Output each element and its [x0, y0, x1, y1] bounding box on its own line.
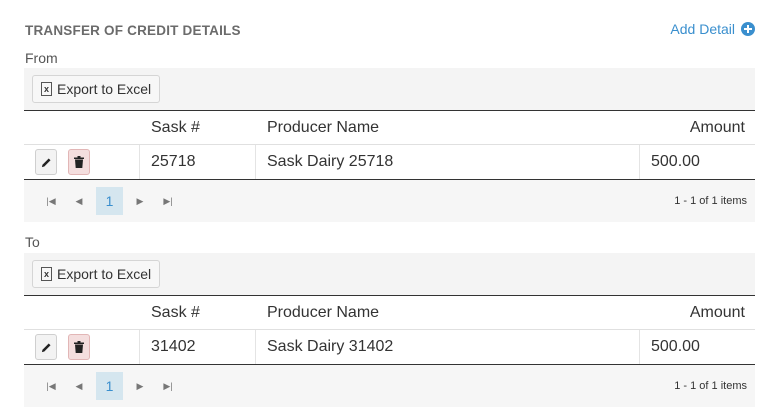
table-header: Sask # Producer Name Amount [24, 295, 755, 330]
last-page-button[interactable]: ▶| [157, 187, 179, 215]
next-page-button[interactable]: ▶ [129, 372, 151, 400]
trash-icon [74, 341, 84, 353]
first-page-button[interactable]: |◀ [40, 372, 62, 400]
edit-button[interactable] [35, 334, 57, 360]
last-page-button[interactable]: ▶| [157, 372, 179, 400]
row-actions [24, 145, 140, 179]
amount-column-header[interactable]: Amount [640, 111, 755, 144]
next-page-icon: ▶ [136, 195, 144, 206]
pencil-icon [41, 342, 51, 352]
export-label: Export to Excel [57, 266, 152, 282]
pager-info: 1 - 1 of 1 items [674, 195, 747, 207]
producer-column-header[interactable]: Producer Name [256, 296, 640, 329]
from-label: From [25, 50, 58, 66]
plus-circle-icon [741, 22, 755, 36]
current-page[interactable]: 1 [96, 372, 123, 400]
to-grid: x Export to Excel Sask # Producer Name A… [24, 253, 755, 407]
row-actions [24, 330, 140, 364]
amount-cell: 500.00 [651, 153, 700, 170]
edit-button[interactable] [35, 149, 57, 175]
delete-button[interactable] [68, 334, 90, 360]
to-label: To [25, 234, 40, 250]
next-page-button[interactable]: ▶ [129, 187, 151, 215]
first-page-button[interactable]: |◀ [40, 187, 62, 215]
prev-page-icon: ◀ [75, 380, 83, 391]
export-to-excel-button[interactable]: x Export to Excel [32, 75, 161, 103]
producer-column-header[interactable]: Producer Name [256, 111, 640, 144]
delete-button[interactable] [68, 149, 90, 175]
sask-cell: 25718 [140, 145, 256, 179]
actions-column-header [24, 111, 140, 144]
table-header: Sask # Producer Name Amount [24, 110, 755, 145]
excel-icon: x [41, 267, 52, 281]
prev-page-icon: ◀ [75, 195, 83, 206]
amount-column-header[interactable]: Amount [640, 296, 755, 329]
page-title: TRANSFER OF CREDIT DETAILS [25, 23, 241, 38]
prev-page-button[interactable]: ◀ [68, 187, 90, 215]
sask-column-header[interactable]: Sask # [140, 111, 256, 144]
table-row: 25718 Sask Dairy 25718 500.00 [24, 145, 755, 180]
pencil-icon [41, 157, 51, 167]
table-row: 31402 Sask Dairy 31402 500.00 [24, 330, 755, 365]
actions-column-header [24, 296, 140, 329]
export-to-excel-button[interactable]: x Export to Excel [32, 260, 161, 288]
add-detail-label: Add Detail [670, 21, 735, 37]
prev-page-button[interactable]: ◀ [68, 372, 90, 400]
export-label: Export to Excel [57, 81, 152, 97]
amount-cell: 500.00 [651, 338, 700, 355]
last-page-icon: ▶| [163, 195, 173, 206]
first-page-icon: |◀ [46, 380, 56, 391]
sask-cell: 31402 [140, 330, 256, 364]
producer-cell: Sask Dairy 31402 [256, 330, 640, 364]
add-detail-link[interactable]: Add Detail [670, 21, 755, 37]
last-page-icon: ▶| [163, 380, 173, 391]
grid-toolbar: x Export to Excel [24, 253, 755, 295]
from-grid: x Export to Excel Sask # Producer Name A… [24, 68, 755, 222]
pager: |◀ ◀ 1 ▶ ▶| 1 - 1 of 1 items [24, 180, 755, 222]
current-page[interactable]: 1 [96, 187, 123, 215]
pager: |◀ ◀ 1 ▶ ▶| 1 - 1 of 1 items [24, 365, 755, 407]
pager-info: 1 - 1 of 1 items [674, 380, 747, 392]
excel-icon: x [41, 82, 52, 96]
sask-column-header[interactable]: Sask # [140, 296, 256, 329]
first-page-icon: |◀ [46, 195, 56, 206]
next-page-icon: ▶ [136, 380, 144, 391]
trash-icon [74, 156, 84, 168]
grid-toolbar: x Export to Excel [24, 68, 755, 110]
producer-cell: Sask Dairy 25718 [256, 145, 640, 179]
